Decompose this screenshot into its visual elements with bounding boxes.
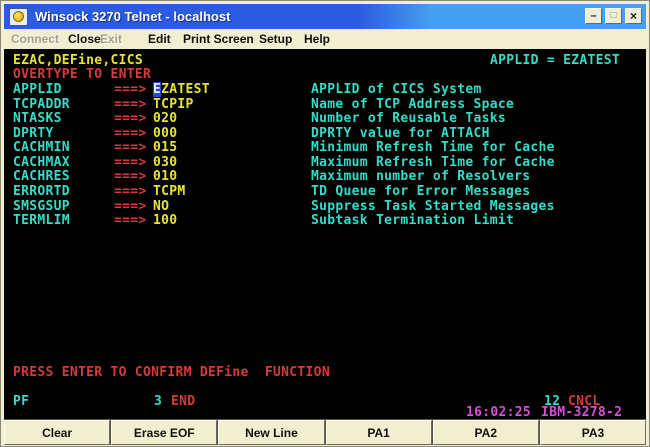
new-line-button[interactable]: New Line xyxy=(218,420,324,445)
menu-item-close[interactable]: Close xyxy=(68,32,101,46)
field-label-dprty: DPRTY xyxy=(13,127,54,140)
field-value-cachmin[interactable]: 015 xyxy=(153,141,177,154)
title-bar: Winsock 3270 Telnet - localhost – □ × xyxy=(4,4,646,29)
field-desc-dprty: DPRTY value for ATTACH xyxy=(311,127,490,140)
field-value-applid[interactable]: EZATEST xyxy=(153,83,210,96)
field-label-errortd: ERRORTD xyxy=(13,185,70,198)
field-arrow: ===> xyxy=(114,112,147,125)
close-icon: × xyxy=(630,10,637,22)
field-label-ntasks: NTASKS xyxy=(13,112,62,125)
applid-status: APPLID = EZATEST xyxy=(490,54,620,67)
field-label-cachmax: CACHMAX xyxy=(13,156,70,169)
field-desc-cachmax: Maximum Refresh Time for Cache xyxy=(311,156,555,169)
field-label-applid: APPLID xyxy=(13,83,62,96)
menu-item-edit[interactable]: Edit xyxy=(148,32,171,46)
telnet-window: Winsock 3270 Telnet - localhost – □ × Co… xyxy=(0,0,650,447)
menu-item-print-screen[interactable]: Print Screen xyxy=(183,32,254,46)
menu-item-connect: Connect xyxy=(11,32,59,46)
pa2-button[interactable]: PA2 xyxy=(433,420,539,445)
window-title: Winsock 3270 Telnet - localhost xyxy=(35,9,230,24)
clear-button[interactable]: Clear xyxy=(4,420,110,445)
field-value-errortd[interactable]: TCPM xyxy=(153,185,186,198)
field-arrow: ===> xyxy=(114,200,147,213)
field-arrow: ===> xyxy=(114,156,147,169)
close-button[interactable]: × xyxy=(625,8,642,24)
field-label-tcpaddr: TCPADDR xyxy=(13,98,70,111)
field-label-termlim: TERMLIM xyxy=(13,214,70,227)
field-desc-applid: APPLID of CICS System xyxy=(311,83,482,96)
command-line: EZAC,DEFine,CICS xyxy=(13,54,143,67)
field-desc-smsgsup: Suppress Task Started Messages xyxy=(311,200,555,213)
status-terminal-type: IBM-3278-2 xyxy=(541,406,622,419)
field-value-cachmax[interactable]: 030 xyxy=(153,156,177,169)
field-desc-tcpaddr: Name of TCP Address Space xyxy=(311,98,514,111)
field-label-cachmin: CACHMIN xyxy=(13,141,70,154)
field-label-cachres: CACHRES xyxy=(13,170,70,183)
minimize-icon: – xyxy=(590,11,596,22)
keypad-bar: Clear Erase EOF New Line PA1 PA2 PA3 xyxy=(4,419,646,445)
minimize-button[interactable]: – xyxy=(585,8,602,24)
pa3-button[interactable]: PA3 xyxy=(540,420,646,445)
field-value-cachres[interactable]: 010 xyxy=(153,170,177,183)
field-value-smsgsup[interactable]: NO xyxy=(153,200,169,213)
field-desc-termlim: Subtask Termination Limit xyxy=(311,214,514,227)
status-time: 16:02:25 xyxy=(466,406,531,419)
field-desc-errortd: TD Queue for Error Messages xyxy=(311,185,530,198)
app-icon xyxy=(9,8,28,26)
field-arrow: ===> xyxy=(114,127,147,140)
terminal-cursor: E xyxy=(153,82,161,97)
field-value-dprty[interactable]: 000 xyxy=(153,127,177,140)
menu-item-setup[interactable]: Setup xyxy=(259,32,292,46)
menu-item-help[interactable]: Help xyxy=(304,32,330,46)
confirm-message: PRESS ENTER TO CONFIRM DEFine FUNCTION xyxy=(13,366,330,379)
field-arrow: ===> xyxy=(114,83,147,96)
pf3-action: END xyxy=(171,395,195,408)
field-value-tcpaddr[interactable]: TCPIP xyxy=(153,98,194,111)
field-label-smsgsup: SMSGSUP xyxy=(13,200,70,213)
terminal-screen: EZAC,DEFine,CICS APPLID = EZATEST OVERTY… xyxy=(4,49,646,419)
menu-item-exit: Exit xyxy=(100,32,122,46)
pf-label: PF xyxy=(13,395,29,408)
app-icon-globe xyxy=(13,11,24,22)
field-arrow: ===> xyxy=(114,185,147,198)
overtype-prompt: OVERTYPE TO ENTER xyxy=(13,68,151,81)
maximize-icon: □ xyxy=(610,11,616,21)
pa1-button[interactable]: PA1 xyxy=(326,420,432,445)
window-controls: – □ × xyxy=(585,8,642,24)
field-value-termlim[interactable]: 100 xyxy=(153,214,177,227)
field-value-ntasks[interactable]: 020 xyxy=(153,112,177,125)
field-arrow: ===> xyxy=(114,98,147,111)
field-arrow: ===> xyxy=(114,141,147,154)
erase-eof-button[interactable]: Erase EOF xyxy=(111,420,217,445)
field-arrow: ===> xyxy=(114,170,147,183)
field-desc-ntasks: Number of Reusable Tasks xyxy=(311,112,506,125)
field-arrow: ===> xyxy=(114,214,147,227)
menu-bar: Connect Close Exit Edit Print Screen Set… xyxy=(4,29,646,50)
pf3-number: 3 xyxy=(154,395,162,408)
field-desc-cachres: Maximum number of Resolvers xyxy=(311,170,530,183)
maximize-button[interactable]: □ xyxy=(605,8,622,24)
field-desc-cachmin: Minimum Refresh Time for Cache xyxy=(311,141,555,154)
